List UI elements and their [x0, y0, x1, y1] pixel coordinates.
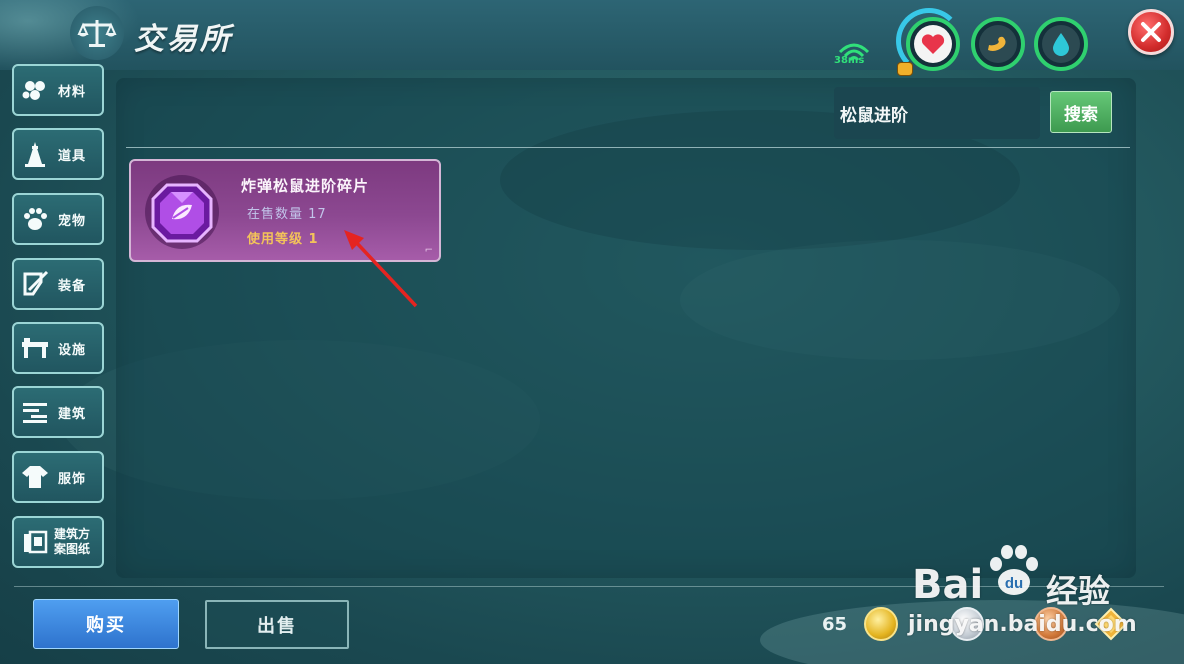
water-drop-icon	[1042, 25, 1080, 63]
close-button[interactable]	[1128, 9, 1174, 55]
blueprint-icon	[18, 522, 52, 562]
category-facilities[interactable]: 设施	[12, 322, 104, 374]
energy-stat[interactable]	[971, 17, 1025, 71]
category-sidebar: 材料 道具 宠物 装备 设施 建筑 服饰 建筑方 案图纸	[12, 64, 106, 574]
sell-button[interactable]: 出售	[205, 600, 349, 649]
category-tools[interactable]: 道具	[12, 128, 104, 180]
category-label: 服饰	[58, 471, 87, 487]
trading-screen: 交易所 38ms 材料 道具 宠物 装备 设施 建筑 服饰 建筑方 案图纸 松鼠…	[0, 0, 1184, 664]
scales-icon	[70, 6, 124, 60]
arm-icon	[979, 25, 1017, 63]
corner-mark-icon: ⌐	[424, 245, 433, 256]
watermark-brand: Bai	[912, 562, 984, 608]
category-label: 装备	[58, 278, 87, 294]
health-stat[interactable]	[906, 17, 960, 71]
heart-icon	[914, 25, 952, 63]
svg-text:du: du	[1005, 575, 1023, 592]
paw-logo-icon: du	[990, 545, 1038, 595]
currency-count: 65	[822, 614, 848, 635]
watermark-suffix: 经验	[1046, 572, 1111, 610]
equipment-icon	[18, 264, 52, 304]
search-button[interactable]: 搜索	[1050, 91, 1112, 133]
item-stock: 在售数量 17	[247, 207, 327, 222]
pet-badge-icon	[897, 62, 913, 76]
page-title: 交易所	[134, 22, 233, 57]
category-materials[interactable]: 材料	[12, 64, 104, 116]
water-stat[interactable]	[1034, 17, 1088, 71]
category-label: 设施	[58, 342, 87, 358]
category-label: 宠物	[58, 213, 87, 229]
category-pets[interactable]: 宠物	[12, 193, 104, 245]
watermark-url: jingyan.baidu.com	[908, 612, 1137, 637]
building-icon	[18, 392, 52, 432]
results-panel	[116, 78, 1136, 578]
annotation-arrow	[344, 230, 418, 308]
category-label: 道具	[58, 148, 87, 164]
search-input[interactable]: 松鼠进阶	[834, 87, 1040, 139]
category-buildings[interactable]: 建筑	[12, 386, 104, 438]
tool-icon	[18, 134, 52, 174]
item-name: 炸弹松鼠进阶碎片	[241, 177, 370, 195]
category-label: 建筑	[58, 406, 87, 422]
materials-icon	[18, 70, 52, 110]
divider	[126, 147, 1130, 148]
purple-gem-icon	[143, 173, 221, 251]
category-clothing[interactable]: 服饰	[12, 451, 104, 503]
close-icon	[1141, 22, 1161, 42]
category-blueprints[interactable]: 建筑方 案图纸	[12, 516, 104, 568]
facility-icon	[18, 328, 52, 368]
category-label: 建筑方 案图纸	[54, 527, 91, 556]
ping-label: 38ms	[834, 55, 865, 66]
category-label: 材料	[58, 84, 87, 100]
clothing-icon	[18, 457, 52, 497]
category-equipment[interactable]: 装备	[12, 258, 104, 310]
gold-coin-icon	[864, 607, 898, 641]
item-level: 使用等级 1	[247, 232, 319, 247]
buy-button[interactable]: 购买	[33, 599, 179, 649]
paw-icon	[18, 199, 52, 239]
